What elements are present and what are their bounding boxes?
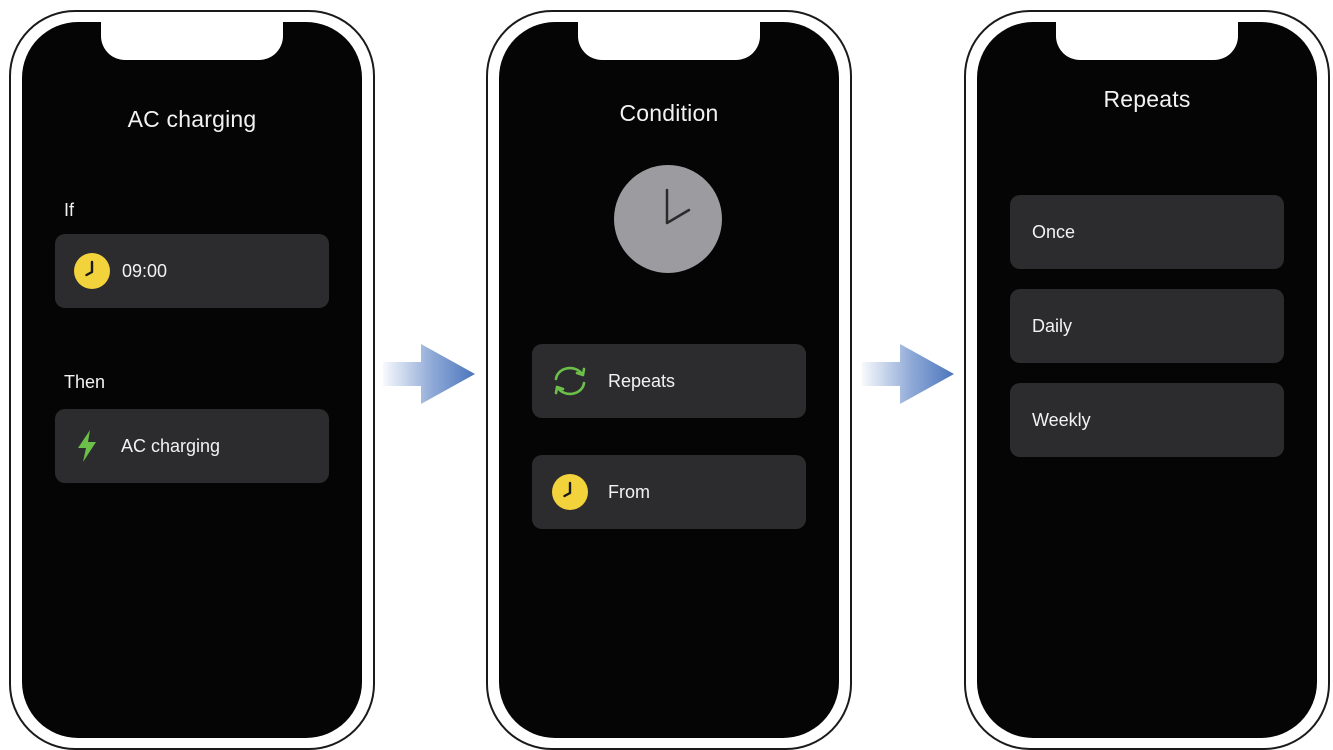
clock-icon xyxy=(552,474,588,510)
lightning-icon xyxy=(76,429,98,463)
repeats-label: Repeats xyxy=(608,370,676,391)
clock-icon xyxy=(74,253,110,289)
option-label: Daily xyxy=(1032,315,1073,336)
page-title: Condition xyxy=(619,100,719,126)
repeat-option-once[interactable]: Once xyxy=(1010,195,1284,269)
flow-arrow-icon xyxy=(862,344,954,404)
option-label: Once xyxy=(1032,221,1076,242)
phone-frame-repeats: Repeats Once Daily Weekly xyxy=(964,10,1330,750)
repeat-option-weekly[interactable]: Weekly xyxy=(1010,383,1284,457)
repeats-card[interactable]: Repeats xyxy=(532,344,806,418)
from-card[interactable]: From xyxy=(532,455,806,529)
flow-arrow-icon xyxy=(383,344,475,404)
phone-frame-condition: Condition Repeats From xyxy=(486,10,852,750)
repeat-option-daily[interactable]: Daily xyxy=(1010,289,1284,363)
screen-ac-charging: AC charging If 09:00 Then AC charging xyxy=(22,22,362,738)
if-condition-card[interactable]: 09:00 xyxy=(55,234,329,308)
option-label: Weekly xyxy=(1032,409,1091,430)
screen-condition: Condition Repeats From xyxy=(499,22,839,738)
phone-notch xyxy=(101,22,283,60)
then-action-label: AC charging xyxy=(121,435,221,456)
phone-notch xyxy=(1056,22,1238,60)
repeat-icon xyxy=(551,362,589,400)
phone-notch xyxy=(578,22,760,60)
page-title: Repeats xyxy=(1103,86,1191,112)
page-title: AC charging xyxy=(127,106,257,132)
phone-frame-ac-charging: AC charging If 09:00 Then AC charging xyxy=(9,10,375,750)
clock-icon xyxy=(614,165,722,273)
if-condition-time: 09:00 xyxy=(122,260,168,281)
then-action-card[interactable]: AC charging xyxy=(55,409,329,483)
then-label: Then xyxy=(64,372,106,392)
screen-repeats: Repeats Once Daily Weekly xyxy=(977,22,1317,738)
from-label: From xyxy=(608,481,650,502)
if-label: If xyxy=(64,200,75,220)
